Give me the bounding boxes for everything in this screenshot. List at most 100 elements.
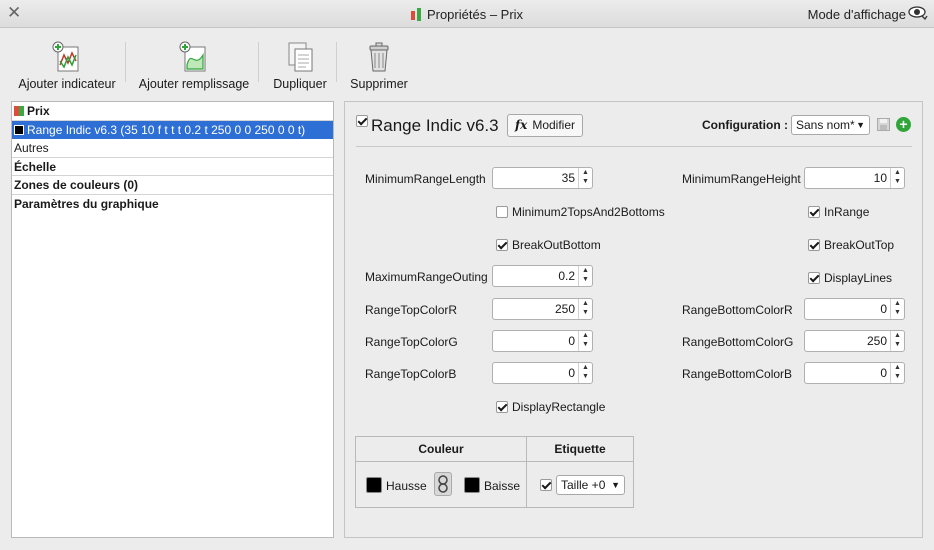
param-label: RangeBottomColorG [682, 335, 794, 349]
tree-item-parametres-graphique[interactable]: Paramètres du graphique [12, 195, 333, 214]
breakout-top-checkbox[interactable] [808, 239, 820, 251]
param-label: RangeBottomColorB [682, 367, 793, 381]
chain-link-icon [438, 475, 448, 493]
configuration-value: Sans nom* [796, 118, 855, 132]
param-label: RangeTopColorR [365, 303, 458, 317]
spinner-value: 35 [561, 171, 575, 185]
chevron-down-icon: ▼ [856, 120, 865, 130]
param-label: BreakOutBottom [512, 238, 601, 252]
add-indicator-icon [52, 41, 79, 72]
color-column-header: Couleur [356, 437, 526, 462]
candlestick-icon [410, 7, 423, 22]
range-bottom-color-b-spinner[interactable]: 0 ▲ ▼ [804, 362, 905, 384]
spinner-value: 0.2 [558, 269, 575, 283]
range-top-color-r-spinner[interactable]: 250 ▲ ▼ [492, 298, 593, 320]
properties-tree: Prix Range Indic v6.3 (35 10 f t t t 0.2… [11, 101, 334, 538]
add-configuration-icon[interactable]: + [896, 117, 911, 132]
range-top-color-g-spinner[interactable]: 0 ▲ ▼ [492, 330, 593, 352]
divider [356, 146, 912, 147]
minimum-2tops-checkbox-row[interactable]: Minimum2TopsAnd2Bottoms [496, 205, 665, 219]
minimum-range-height-spinner[interactable]: 10 ▲ ▼ [804, 167, 905, 189]
spinner-arrows[interactable]: ▲ ▼ [890, 299, 904, 319]
tree-item-range-indic[interactable]: Range Indic v6.3 (35 10 f t t t 0.2 t 25… [12, 120, 333, 139]
window-title-text: Propriétés – Prix [426, 7, 524, 22]
spinner-arrows[interactable]: ▲ ▼ [890, 168, 904, 188]
duplicate-icon [288, 42, 313, 72]
display-lines-checkbox[interactable] [808, 272, 820, 284]
indicator-enabled-checkbox[interactable] [356, 115, 368, 127]
up-color-swatch[interactable] [366, 477, 382, 493]
spinner-value: 10 [873, 171, 887, 185]
spinner-arrows[interactable]: ▲ ▼ [578, 331, 592, 351]
formula-icon: fx [515, 118, 528, 132]
tree-item-label: Range Indic v6.3 (35 10 f t t t 0.2 t 25… [27, 122, 306, 137]
modify-button[interactable]: fx Modifier [507, 114, 584, 137]
minimum-range-length-spinner[interactable]: 35 ▲ ▼ [492, 167, 593, 189]
price-chart-icon [14, 106, 24, 116]
toolbar-separator [125, 42, 126, 82]
label-size-select[interactable]: Taille +0 ▼ [556, 475, 625, 495]
configuration-select[interactable]: Sans nom* ▼ [791, 115, 870, 135]
display-rectangle-checkbox[interactable] [496, 401, 508, 413]
link-colors-button[interactable] [434, 472, 452, 496]
label-column-header: Etiquette [527, 437, 633, 462]
style-table: Couleur Etiquette Hausse Baisse Taille +… [355, 436, 634, 508]
configuration-label: Configuration : [702, 118, 788, 132]
param-label: DisplayLines [824, 271, 893, 285]
indicator-properties-panel: Range Indic v6.3 fx Modifier Configuratio… [344, 101, 923, 538]
range-bottom-color-g-spinner[interactable]: 250 ▲ ▼ [804, 330, 905, 352]
tree-item-label: Paramètres du graphique [14, 196, 159, 211]
indicator-name: Range Indic v6.3 [371, 116, 499, 135]
display-lines-checkbox-row[interactable]: DisplayLines [808, 271, 892, 285]
tree-item-prix[interactable]: Prix [12, 102, 333, 121]
eye-icon[interactable] [908, 4, 928, 22]
range-bottom-color-r-spinner[interactable]: 0 ▲ ▼ [804, 298, 905, 320]
toolbar: Ajouter indicateur Ajouter remplissage D… [0, 29, 934, 95]
add-fill-button[interactable]: Ajouter remplissage [138, 41, 250, 91]
tree-item-label: Zones de couleurs (0) [14, 178, 139, 192]
delete-label: Supprimer [350, 77, 408, 91]
label-enabled-checkbox[interactable] [540, 479, 552, 491]
spinner-value: 250 [866, 334, 887, 348]
display-rectangle-checkbox-row[interactable]: DisplayRectangle [496, 400, 605, 414]
param-label: BreakOutTop [824, 238, 895, 252]
tree-item-label: Autres [14, 141, 49, 155]
toolbar-separator [258, 42, 259, 82]
chevron-down-icon: ▼ [611, 480, 620, 490]
spinner-arrows[interactable]: ▲ ▼ [890, 363, 904, 383]
duplicate-button[interactable]: Dupliquer [272, 41, 328, 91]
in-range-checkbox[interactable] [808, 206, 820, 218]
in-range-checkbox-row[interactable]: InRange [808, 205, 869, 219]
display-mode-label[interactable]: Mode d'affichage [808, 7, 906, 22]
save-icon[interactable] [877, 118, 890, 131]
tree-item-echelle[interactable]: Échelle [12, 158, 333, 176]
maximum-range-outing-spinner[interactable]: 0.2 ▲ ▼ [492, 265, 593, 287]
breakout-bottom-checkbox[interactable] [496, 239, 508, 251]
delete-button[interactable]: Supprimer [348, 41, 410, 91]
breakout-bottom-checkbox-row[interactable]: BreakOutBottom [496, 238, 601, 252]
breakout-top-checkbox-row[interactable]: BreakOutTop [808, 238, 894, 252]
param-label: RangeTopColorG [365, 335, 458, 349]
param-label: MaximumRangeOuting [365, 270, 488, 284]
tree-item-zones-couleurs[interactable]: Zones de couleurs (0) [12, 176, 333, 195]
param-label: RangeTopColorB [365, 367, 457, 381]
spinner-value: 0 [880, 302, 887, 316]
spinner-value: 250 [554, 302, 575, 316]
up-label: Hausse [386, 479, 427, 493]
spinner-arrows[interactable]: ▲ ▼ [890, 331, 904, 351]
tree-item-autres[interactable]: Autres [12, 139, 333, 158]
add-indicator-button[interactable]: Ajouter indicateur [18, 41, 116, 91]
spinner-value: 0 [568, 334, 575, 348]
spinner-arrows[interactable]: ▲ ▼ [578, 266, 592, 286]
title-bar: ✕ Propriétés – Prix Mode d'affichage [0, 0, 934, 28]
param-label: RangeBottomColorR [682, 303, 793, 317]
spinner-arrows[interactable]: ▲ ▼ [578, 363, 592, 383]
range-top-color-b-spinner[interactable]: 0 ▲ ▼ [492, 362, 593, 384]
add-fill-icon [179, 41, 206, 72]
spinner-arrows[interactable]: ▲ ▼ [578, 168, 592, 188]
down-label: Baisse [484, 479, 521, 493]
minimum-2tops-checkbox[interactable] [496, 206, 508, 218]
spinner-arrows[interactable]: ▲ ▼ [578, 299, 592, 319]
param-label: MinimumRangeLength [365, 172, 486, 186]
down-color-swatch[interactable] [464, 477, 480, 493]
